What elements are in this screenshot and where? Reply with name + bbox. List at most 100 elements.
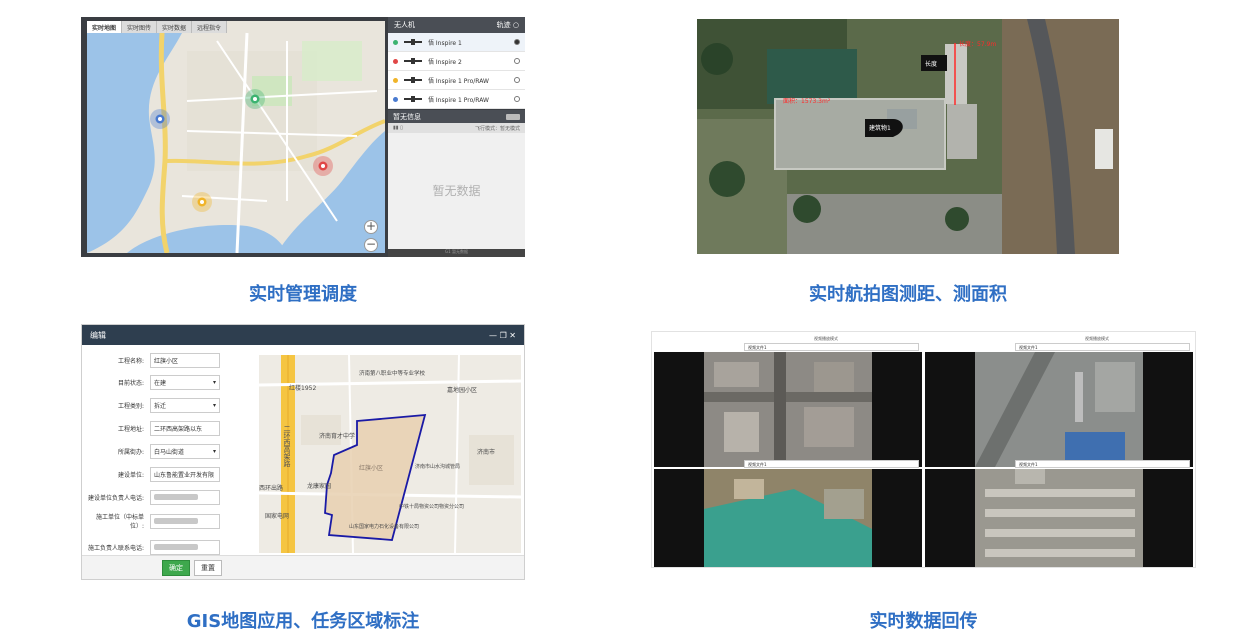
redacted-value xyxy=(154,494,198,500)
text-field[interactable]: 山东鲁能置业开发有限 xyxy=(150,466,220,482)
video-source-select[interactable]: 视频文件1 xyxy=(744,343,919,351)
redacted-value xyxy=(154,518,198,524)
map-label-power: 山东国家电力石化设备有限公司 xyxy=(349,524,420,530)
map-label-longkang: 龙康家园 xyxy=(307,483,332,490)
field-value: 红旗小区 xyxy=(154,357,179,365)
text-field[interactable] xyxy=(150,489,220,505)
tab-realtime-map[interactable]: 实时地图 xyxy=(87,21,123,33)
length-label: 长度 xyxy=(925,61,938,68)
drone-sidebar: 无人机 轨迹 ○ 悟 Inspire 1 悟 Inspire 2 悟 Inspi… xyxy=(388,17,525,257)
field-label: 工程名称: xyxy=(117,357,144,365)
field-value: 二环西高架路以东 xyxy=(154,425,203,433)
map-marker-red xyxy=(313,156,333,176)
drone-icon xyxy=(404,95,422,103)
length-measure: 长度：57.9m xyxy=(959,41,997,48)
zoom-in-button[interactable]: + xyxy=(364,220,378,234)
drone-icon xyxy=(404,76,422,84)
field-value: 白马山街道 xyxy=(154,448,185,456)
map-label-railway: 中铁十局物资公司物资分公司 xyxy=(399,504,465,510)
drone-icon xyxy=(404,57,422,65)
field-label: 所属街办: xyxy=(117,448,144,456)
video-feed[interactable]: 视频播放模式 视频文件1 xyxy=(654,336,922,467)
drone-list-title: 无人机 xyxy=(394,21,415,29)
video-source-select[interactable]: 视频文件1 xyxy=(1015,343,1190,351)
map-marker-yellow xyxy=(192,192,212,212)
text-field[interactable] xyxy=(150,539,220,555)
zoom-out-button[interactable]: − xyxy=(364,238,378,252)
drone-item[interactable]: 悟 Inspire 1 Pro/RAW xyxy=(388,71,525,90)
video-mode-label: 视频播放模式 xyxy=(1085,336,1109,341)
map-tabs: 实时地图 实时图传 实时数据 远程指令 xyxy=(87,21,228,33)
redacted-value xyxy=(154,544,198,550)
video-source-select[interactable]: 视频文件1 xyxy=(744,460,919,468)
form-row: 工程类别: 拆迁 ▾ xyxy=(82,396,257,414)
window-controls[interactable]: — ❐ ✕ xyxy=(489,331,516,340)
text-field[interactable] xyxy=(150,513,220,529)
drone-item[interactable]: 悟 Inspire 2 xyxy=(388,52,525,71)
gis-map[interactable]: 济南第八职业中等专业学校 红楼1952 嘉地园小区 济南育才中学 龙康家园 西环… xyxy=(259,355,521,553)
window-title: 编辑 xyxy=(90,330,106,340)
form-row: 建设单位: 山东鲁能置业开发有限 xyxy=(82,465,257,483)
info-header: 暂无信息 xyxy=(388,110,525,123)
form-row: 建设单位负责人电话: xyxy=(82,488,257,506)
drone-select-radio[interactable] xyxy=(514,96,520,102)
form-row: 工程名称: 红旗小区 xyxy=(82,351,257,369)
track-toggle[interactable]: 轨迹 ○ xyxy=(497,20,519,30)
video-feed[interactable]: 视频文件1 xyxy=(925,460,1193,567)
text-field[interactable]: 二环西高架路以东 xyxy=(150,420,220,436)
form-row: 施工负责人联系电话: xyxy=(82,538,257,556)
gis-edit-window: 编辑 — ❐ ✕ 工程名称: 红旗小区 目前状态: 在建 ▾ 工程类别: 拆迁 ▾ 工程地址: 二… xyxy=(81,324,525,580)
signal-icon: ▮▮ ▯ xyxy=(393,125,403,131)
text-field[interactable]: 红旗小区 xyxy=(150,352,220,368)
dispatch-map[interactable]: 实时地图 实时图传 实时数据 远程指令 + − xyxy=(87,21,385,253)
tab-remote-command[interactable]: 远程指令 xyxy=(192,21,228,33)
realtime-dispatch-panel: 实时地图 实时图传 实时数据 远程指令 + − 无人机 轨迹 ○ 悟 Inspi… xyxy=(81,17,525,257)
map-label-road: 二环西高架路 xyxy=(283,425,291,467)
chevron-down-icon: ▾ xyxy=(212,401,216,409)
video-mode-label: 视频播放模式 xyxy=(814,336,838,341)
no-data-text: 暂无数据 xyxy=(432,184,481,198)
video-feed[interactable]: 视频播放模式 视频文件1 xyxy=(925,336,1193,467)
status-dot xyxy=(393,39,398,45)
confirm-button[interactable]: 确定 xyxy=(162,559,190,576)
tab-realtime-video[interactable]: 实时图传 xyxy=(122,21,158,33)
field-label: 建设单位负责人电话: xyxy=(87,494,144,502)
tab-realtime-data[interactable]: 实时数据 xyxy=(157,21,193,33)
status-dot xyxy=(393,58,398,64)
map-label-grid: 国家电网 xyxy=(265,513,290,520)
edit-form: 工程名称: 红旗小区 目前状态: 在建 ▾ 工程类别: 拆迁 ▾ 工程地址: 二环西高架路以东 所属… xyxy=(82,345,257,557)
caption-aerial-measure: 实时航拍图测距、测面积 xyxy=(809,284,1007,305)
map-label-chengguan: 济南市山水沟城管局 xyxy=(415,464,461,470)
video-frame xyxy=(975,352,1143,467)
video-feed[interactable]: 视频文件1 xyxy=(654,460,922,567)
select-field[interactable]: 白马山街道 ▾ xyxy=(150,443,220,459)
form-footer: 确定 重置 xyxy=(82,555,524,579)
drone-list-header: 无人机 轨迹 ○ xyxy=(388,17,525,33)
select-field[interactable]: 在建 ▾ xyxy=(150,374,220,390)
map-label-school: 济南第八职业中等专业学校 xyxy=(359,371,426,377)
field-label: 施工负责人联系电话: xyxy=(87,544,144,552)
drone-item[interactable]: 悟 Inspire 1 xyxy=(388,33,525,52)
video-frame xyxy=(704,469,872,567)
drone-select-radio[interactable] xyxy=(514,39,520,45)
drone-item[interactable]: 悟 Inspire 1 Pro/RAW xyxy=(388,90,525,109)
drone-select-radio[interactable] xyxy=(514,77,520,83)
caption-realtime-dispatch: 实时管理调度 xyxy=(249,284,357,305)
window-titlebar: 编辑 — ❐ ✕ xyxy=(82,325,524,345)
video-source-select[interactable]: 视频文件1 xyxy=(1015,460,1190,468)
info-footer: G1 暂无数据 xyxy=(388,249,525,257)
drone-info-panel: 暂无信息 ▮▮ ▯ 飞行模式：暂无模式 暂无数据 G1 暂无数据 xyxy=(388,110,525,257)
area-measure: 面积：1573.3m² xyxy=(783,98,831,105)
drone-name: 悟 Inspire 1 Pro/RAW xyxy=(428,96,489,104)
status-dot xyxy=(393,77,398,83)
field-label: 工程类别: xyxy=(117,402,144,410)
track-label: 轨迹 xyxy=(496,21,511,29)
aerial-photo xyxy=(697,19,1119,254)
form-row: 施工单位（中标单位）: xyxy=(82,512,257,530)
form-row: 目前状态: 在建 ▾ xyxy=(82,373,257,391)
caption-gis: GIS地图应用、任务区域标注 xyxy=(186,611,420,632)
info-subheader: ▮▮ ▯ 飞行模式：暂无模式 xyxy=(388,123,525,133)
drone-select-radio[interactable] xyxy=(514,58,520,64)
reset-button[interactable]: 重置 xyxy=(194,559,222,576)
select-field[interactable]: 拆迁 ▾ xyxy=(150,397,220,413)
